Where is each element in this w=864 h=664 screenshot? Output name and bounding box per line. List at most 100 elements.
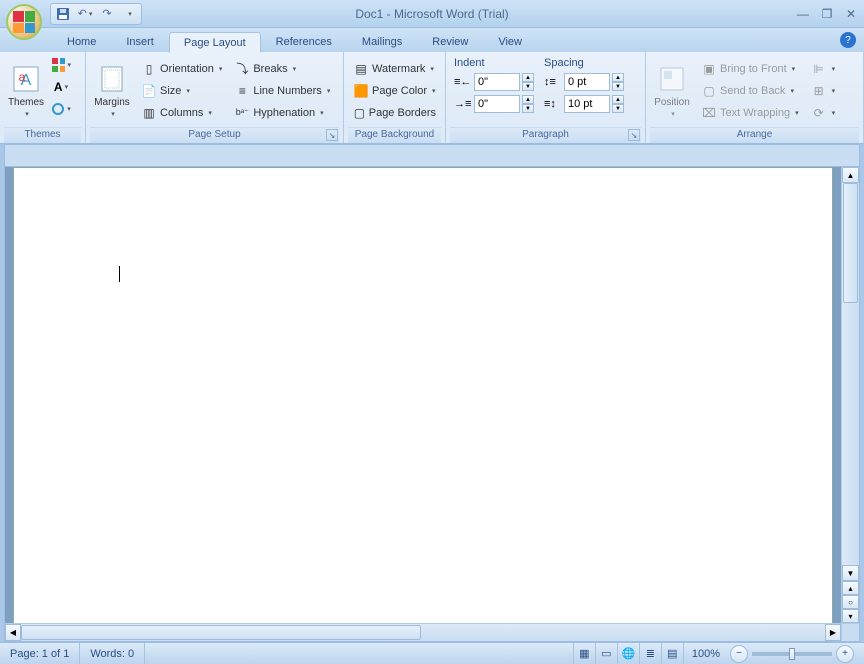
status-words[interactable]: Words: 0 [80, 643, 145, 664]
themes-button[interactable]: Aa Themes▾ [4, 54, 48, 127]
spacing-before-down[interactable]: ▼ [612, 82, 624, 91]
orientation-button[interactable]: ▯Orientation▾ [136, 58, 227, 80]
scroll-left-button[interactable]: ◀ [5, 624, 21, 641]
group-label-paragraph: Paragraph [522, 129, 569, 140]
paragraph-dialog-launcher[interactable]: ↘ [628, 129, 640, 141]
full-screen-view-button[interactable]: ▭ [595, 643, 617, 664]
title-bar: ↶▾ ↷ ▾ Doc1 - Microsoft Word (Trial) — ❐… [0, 0, 864, 28]
tab-references[interactable]: References [261, 31, 347, 52]
status-page[interactable]: Page: 1 of 1 [0, 643, 80, 664]
size-button[interactable]: 📄Size▾ [136, 80, 227, 102]
vscroll-thumb[interactable] [843, 183, 858, 303]
zoom-in-button[interactable]: + [836, 645, 854, 663]
close-button[interactable]: ✕ [844, 7, 858, 21]
bring-to-front-button[interactable]: ▣Bring to Front▾ [696, 58, 804, 80]
send-to-back-button[interactable]: ▢Send to Back▾ [696, 80, 804, 102]
undo-icon[interactable]: ↶▾ [77, 6, 93, 22]
zoom-level[interactable]: 100% [683, 643, 728, 664]
outline-view-button[interactable]: ≣ [639, 643, 661, 664]
columns-button[interactable]: ▥Columns▾ [136, 102, 227, 124]
margins-button[interactable]: Margins▾ [90, 54, 134, 127]
theme-colors-button[interactable]: ▾ [50, 54, 72, 76]
indent-right-up[interactable]: ▲ [522, 95, 534, 104]
redo-icon[interactable]: ↷ [99, 6, 115, 22]
group-button[interactable]: ⊞▾ [806, 80, 841, 102]
next-page-button[interactable]: ▾ [842, 609, 859, 623]
position-button[interactable]: Position▾ [650, 54, 694, 127]
group-label-themes: Themes [4, 127, 81, 143]
orientation-icon: ▯ [141, 61, 157, 77]
ribbon: Aa Themes▾ ▾ A▾ ▾ Themes Margins▾ ▯Orien… [0, 52, 864, 144]
ruler-area[interactable] [5, 145, 859, 167]
scroll-right-button[interactable]: ▶ [825, 624, 841, 641]
group-page-background: ▤Watermark▾ 🟧Page Color▾ ▢Page Borders P… [344, 52, 446, 143]
prev-page-button[interactable]: ▴ [842, 581, 859, 595]
line-numbers-button[interactable]: ≡Line Numbers▾ [229, 80, 335, 102]
restore-button[interactable]: ❐ [820, 7, 834, 21]
text-wrapping-button[interactable]: ⌧Text Wrapping▾ [696, 102, 804, 124]
tab-home[interactable]: Home [52, 31, 111, 52]
indent-left-down[interactable]: ▼ [522, 82, 534, 91]
hscroll-thumb[interactable] [21, 625, 421, 640]
zoom-out-button[interactable]: − [730, 645, 748, 663]
breaks-button[interactable]: ⤵Breaks▾ [229, 58, 335, 80]
indent-left-up[interactable]: ▲ [522, 73, 534, 82]
qat-customize-icon[interactable]: ▾ [121, 6, 137, 22]
watermark-button[interactable]: ▤Watermark▾ [348, 58, 441, 80]
spacing-before-icon: ↕≡ [544, 76, 562, 88]
rotate-button[interactable]: ⟳▾ [806, 102, 841, 124]
zoom-slider[interactable] [752, 652, 832, 656]
watermark-icon: ▤ [353, 61, 369, 77]
web-layout-view-button[interactable]: 🌐 [617, 643, 639, 664]
themes-label: Themes [8, 97, 44, 108]
page-color-button[interactable]: 🟧Page Color▾ [348, 80, 441, 102]
zoom-slider-thumb[interactable] [789, 648, 795, 660]
tab-page-layout[interactable]: Page Layout [169, 32, 261, 53]
tab-view[interactable]: View [483, 31, 537, 52]
document-area: ▲ ▼ ▴ ○ ▾ ◀ ▶ [4, 144, 860, 642]
save-icon[interactable] [55, 6, 71, 22]
horizontal-scrollbar[interactable]: ◀ ▶ [5, 623, 841, 641]
theme-effects-button[interactable]: ▾ [50, 98, 72, 120]
tab-review[interactable]: Review [417, 31, 483, 52]
help-button[interactable]: ? [840, 32, 856, 48]
align-button[interactable]: ⊫▾ [806, 58, 841, 80]
minimize-button[interactable]: — [796, 7, 810, 21]
position-label: Position [654, 97, 690, 108]
margins-label: Margins [94, 97, 130, 108]
print-layout-view-button[interactable]: ▦ [573, 643, 595, 664]
document-scroll[interactable] [5, 167, 841, 623]
spacing-before-input[interactable]: 0 pt [564, 73, 610, 91]
tab-mailings[interactable]: Mailings [347, 31, 417, 52]
tab-insert[interactable]: Insert [111, 31, 169, 52]
spacing-after-input[interactable]: 10 pt [564, 95, 610, 113]
document-page[interactable] [13, 167, 833, 623]
office-button[interactable] [6, 4, 42, 40]
group-paragraph: Indent ≡← 0" ▲▼ →≡ 0" ▲▼ Spacing ↕≡ 0 pt… [446, 52, 646, 143]
page-borders-icon: ▢ [353, 105, 366, 121]
window-title: Doc1 - Microsoft Word (Trial) [355, 7, 508, 21]
indent-right-input[interactable]: 0" [474, 95, 520, 113]
page-setup-dialog-launcher[interactable]: ↘ [326, 129, 338, 141]
draft-view-button[interactable]: ▤ [661, 643, 683, 664]
theme-fonts-button[interactable]: A▾ [50, 76, 72, 98]
spacing-after-up[interactable]: ▲ [612, 95, 624, 104]
indent-left-input[interactable]: 0" [474, 73, 520, 91]
spacing-before-up[interactable]: ▲ [612, 73, 624, 82]
indent-right-down[interactable]: ▼ [522, 104, 534, 113]
columns-icon: ▥ [141, 105, 157, 121]
scroll-down-button[interactable]: ▼ [842, 565, 859, 581]
rotate-icon: ⟳ [811, 105, 827, 121]
group-label-page-setup: Page Setup [188, 129, 240, 140]
hyphenation-button[interactable]: bᵃ⁻Hyphenation▾ [229, 102, 335, 124]
bring-front-icon: ▣ [701, 61, 717, 77]
group-themes: Aa Themes▾ ▾ A▾ ▾ Themes [0, 52, 86, 143]
svg-text:a: a [19, 70, 26, 84]
browse-object-button[interactable]: ○ [842, 595, 859, 609]
spacing-after-down[interactable]: ▼ [612, 104, 624, 113]
page-borders-button[interactable]: ▢Page Borders [348, 102, 441, 124]
vertical-scrollbar[interactable]: ▲ ▼ ▴ ○ ▾ [841, 167, 859, 623]
text-cursor [119, 266, 120, 282]
scroll-up-button[interactable]: ▲ [842, 167, 859, 183]
status-bar: Page: 1 of 1 Words: 0 ▦ ▭ 🌐 ≣ ▤ 100% − + [0, 642, 864, 664]
